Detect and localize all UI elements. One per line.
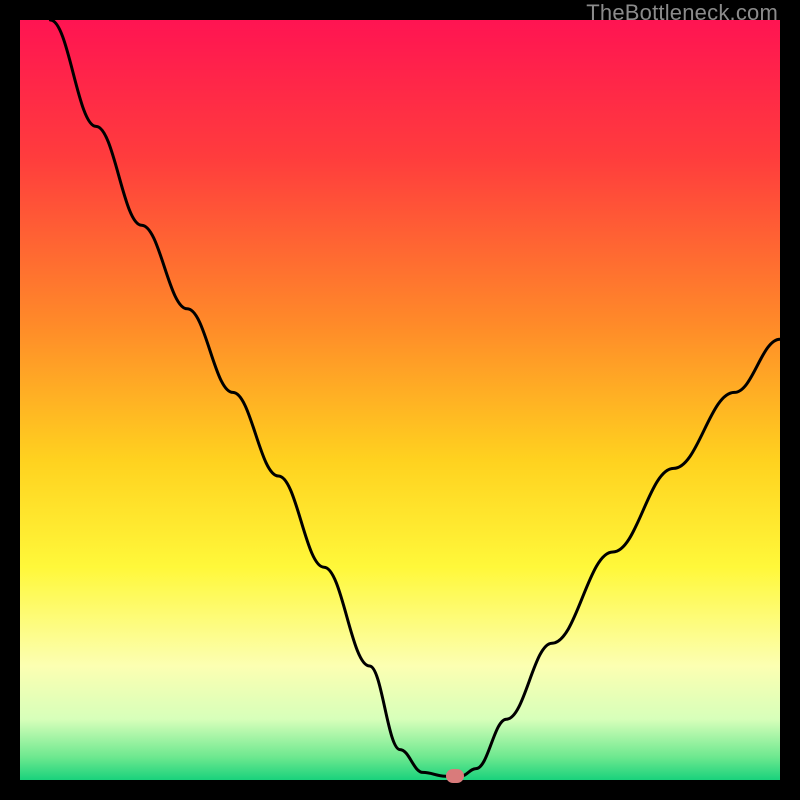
optimum-marker xyxy=(446,769,464,783)
gradient-background xyxy=(20,20,780,780)
watermark-label: TheBottleneck.com xyxy=(586,0,778,26)
chart-svg xyxy=(20,20,780,780)
